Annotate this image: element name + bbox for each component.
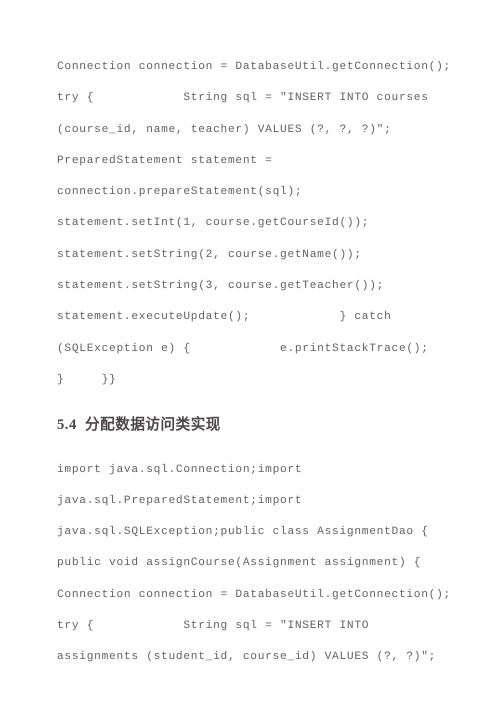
code-line: } }} (57, 373, 117, 386)
code-line: import java.sql.Connection;import (57, 463, 303, 476)
code-line: public void assignCourse(Assignment assi… (57, 557, 422, 570)
code-line: statement.setString(2, course.getName())… (57, 248, 362, 261)
document-content-column: Connection connection = DatabaseUtil.get… (57, 52, 451, 674)
code-line: PreparedStatement statement = (57, 154, 273, 167)
code-line: java.sql.SQLException;public class Assig… (57, 526, 429, 539)
code-line: assignments (student_id, course_id) VALU… (57, 651, 437, 664)
code-line: statement.setInt(1, course.getCourseId()… (57, 217, 370, 230)
section-heading-5-4: 5.4 分配数据访问类实现 (57, 417, 221, 434)
code-line: statement.setString(3, course.getTeacher… (57, 280, 385, 293)
code-block-assignment-dao: import java.sql.Connection;import java.s… (57, 455, 451, 674)
code-line: Connection connection = DatabaseUtil.get… (57, 588, 451, 601)
code-line: (SQLException e) { e.printStackTrace(); (57, 342, 429, 355)
code-line: java.sql.PreparedStatement;import (57, 494, 303, 507)
code-block-course-dao: Connection connection = DatabaseUtil.get… (57, 52, 451, 396)
code-line: Connection connection = DatabaseUtil.get… (57, 61, 451, 73)
code-line: try { String sql = ″INSERT INTO courses (57, 92, 429, 105)
code-line: try { String sql = ″INSERT INTO (57, 620, 370, 633)
code-line: connection.prepareStatement(sql); (57, 186, 303, 199)
code-line: statement.executeUpdate(); } catch (57, 311, 392, 324)
code-line: (course_id, name, teacher) VALUES (?, ?,… (57, 123, 392, 136)
document-page: Connection connection = DatabaseUtil.get… (0, 0, 500, 707)
